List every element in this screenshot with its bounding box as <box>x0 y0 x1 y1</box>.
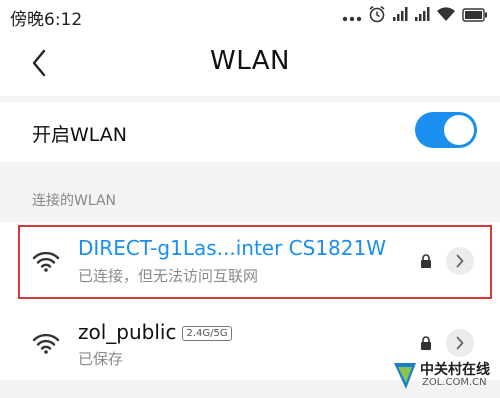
wifi-icon <box>436 6 456 26</box>
network-detail-button[interactable] <box>446 329 474 357</box>
chevron-right-icon <box>456 254 464 268</box>
lock-icon <box>421 254 431 268</box>
page-title: WLAN <box>209 46 291 76</box>
watermark: 中关村在线 ZOL.COM.CN <box>392 358 498 394</box>
toggle-knob <box>444 115 474 145</box>
section-label: 连接的WLAN <box>32 193 117 209</box>
chevron-right-icon <box>456 336 464 350</box>
network-detail-button[interactable] <box>446 247 474 275</box>
network-name: DIRECT-g1Las...inter CS1821W <box>78 236 386 260</box>
network-name-line: zol_public 2.4G/5G <box>78 320 232 344</box>
status-bar: 傍晚6:12 <box>0 0 500 32</box>
zol-logo-icon <box>394 363 416 389</box>
wlan-toggle-label: 开启WLAN <box>32 124 128 146</box>
network-status: 已保存 <box>78 350 124 368</box>
signal-icon <box>414 6 430 26</box>
battery-icon <box>462 7 488 26</box>
watermark-text: 中关村在线 <box>420 362 490 378</box>
network-status: 已连接，但无法访问互联网 <box>78 267 259 285</box>
status-time: 傍晚6:12 <box>10 10 83 30</box>
network-name: zol_public <box>78 320 177 344</box>
band-badge: 2.4G/5G <box>182 326 232 341</box>
watermark-sub: ZOL.COM.CN <box>422 377 487 388</box>
lock-icon <box>421 336 431 350</box>
wifi-signal-icon <box>32 251 60 272</box>
status-icons <box>342 5 488 27</box>
more-dots-icon <box>342 7 362 26</box>
wlan-toggle-switch[interactable] <box>415 112 477 148</box>
signal-icon <box>392 6 408 26</box>
header: WLAN <box>0 32 500 96</box>
wifi-signal-icon <box>32 333 60 354</box>
alarm-icon <box>368 5 386 27</box>
